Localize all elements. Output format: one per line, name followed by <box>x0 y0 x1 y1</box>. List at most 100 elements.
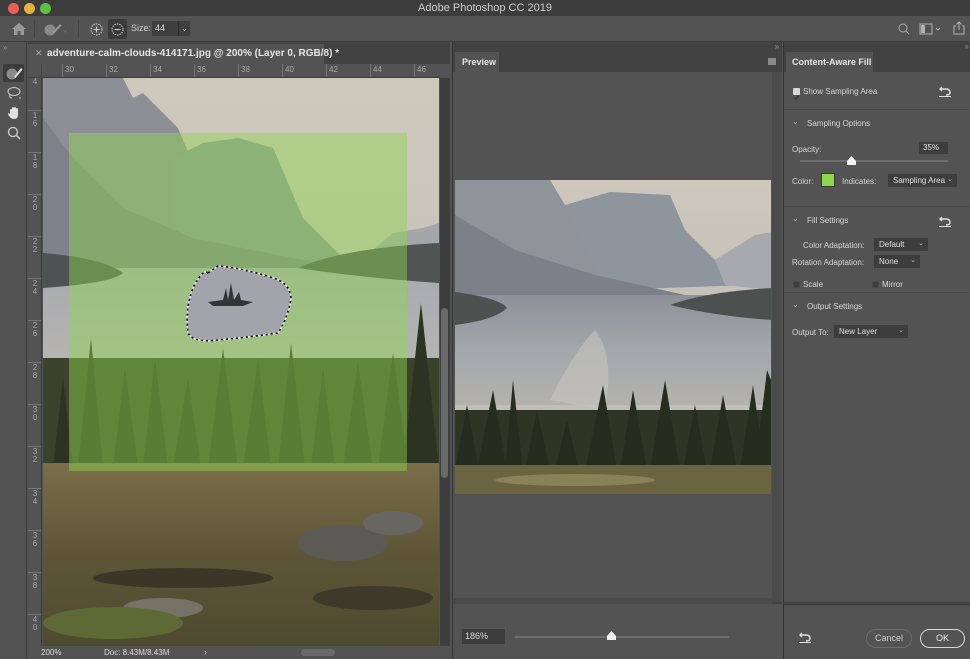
output-settings-section: ⌄ Output Settings Output To: New Layer ⌄ <box>784 292 970 342</box>
overlay-color-swatch[interactable] <box>821 173 835 187</box>
subtract-from-sampling-button[interactable] <box>108 19 127 39</box>
zoom-tool[interactable] <box>3 124 24 142</box>
ruler-tick-label: 40 <box>28 614 41 632</box>
document-size-info: Doc: 8.43M/8.43M <box>104 648 170 657</box>
output-to-dropdown[interactable]: New Layer ⌄ <box>834 325 908 338</box>
chevron-down-icon: ⌄ <box>918 240 924 247</box>
status-menu-arrow[interactable]: › <box>204 647 207 657</box>
search-button[interactable] <box>896 21 912 37</box>
preview-zoom-slider[interactable] <box>515 631 729 640</box>
scale-checkbox[interactable] <box>793 281 800 288</box>
canvas-vertical-scrollbar[interactable] <box>440 78 450 646</box>
output-settings-title[interactable]: Output Settings <box>807 302 862 311</box>
horizontal-ruler[interactable]: 30 32 34 36 38 40 42 44 46 <box>42 64 440 78</box>
fill-settings-title[interactable]: Fill Settings <box>807 216 848 225</box>
color-adaptation-label: Color Adaptation: <box>803 241 865 250</box>
ok-button[interactable]: OK <box>920 629 965 648</box>
rotation-adaptation-label: Rotation Adaptation: <box>792 258 865 267</box>
content-aware-fill-footer: Cancel OK <box>784 604 970 659</box>
ruler-tick-label: 18 <box>28 152 41 170</box>
circle-minus-icon <box>111 23 124 35</box>
opacity-slider[interactable] <box>800 156 948 165</box>
share-button[interactable] <box>951 19 967 37</box>
sampling-brush-tool[interactable] <box>3 64 24 82</box>
rotation-adaptation-dropdown[interactable]: None ⌄ <box>874 255 920 268</box>
chevron-down-icon[interactable]: ⌄ <box>792 300 799 309</box>
collapse-panel-icon[interactable]: ›› <box>775 42 779 51</box>
preview-tab[interactable]: Preview <box>455 52 499 72</box>
close-tab-icon[interactable]: ✕ <box>35 48 43 59</box>
preview-footer: 186% <box>453 604 783 659</box>
document-status-bar: 200% Doc: 8.43M/8.43M › <box>28 646 450 659</box>
workspace-switcher[interactable] <box>918 21 944 37</box>
document-tab-bar: ✕ adventure-calm-clouds-414171.jpg @ 200… <box>28 42 450 64</box>
show-sampling-area-checkbox[interactable] <box>793 88 800 101</box>
chevron-down-icon[interactable]: ⌄ <box>792 117 799 126</box>
preview-viewport[interactable] <box>453 72 783 604</box>
ruler-tick-label: 16 <box>28 110 41 128</box>
document-tab[interactable]: ✕ adventure-calm-clouds-414171.jpg @ 200… <box>28 44 339 64</box>
size-input[interactable]: 44 <box>152 21 178 36</box>
ruler-origin[interactable] <box>28 64 42 78</box>
lasso-tool[interactable] <box>3 84 24 102</box>
tools-panel: ›› <box>0 42 27 659</box>
home-button[interactable] <box>8 20 30 38</box>
ruler-tick-label: 44 <box>370 64 382 77</box>
preview-image <box>455 180 771 494</box>
workspace-icon <box>919 23 941 35</box>
preview-vertical-scrollbar[interactable] <box>772 72 781 602</box>
content-aware-fill-tab[interactable]: Content-Aware Fill <box>786 52 873 72</box>
scale-label: Scale <box>803 280 824 289</box>
rotation-adaptation-value: None <box>879 257 899 266</box>
lasso-icon <box>7 87 21 99</box>
brush-preset-picker[interactable] <box>40 20 70 38</box>
canvas-vertical-scroll-thumb[interactable] <box>441 308 448 478</box>
output-to-value: New Layer <box>839 327 878 336</box>
opacity-slider-thumb[interactable] <box>847 156 857 165</box>
ruler-tick-label: 38 <box>28 572 41 590</box>
vertical-ruler[interactable]: 14 16 18 20 22 24 26 28 30 32 34 36 38 40 <box>28 78 42 646</box>
opacity-label: Opacity: <box>792 145 822 154</box>
fill-settings-section: ⌄ Fill Settings Color Adaptation: Defaul… <box>784 206 970 303</box>
zoom-level-status[interactable]: 200% <box>41 648 61 657</box>
document-canvas[interactable] <box>43 78 439 646</box>
size-dropdown-button[interactable]: ⌄ <box>178 21 190 36</box>
opacity-input[interactable]: 35% <box>919 142 948 154</box>
zoom-icon <box>7 126 21 140</box>
sampling-options-section: ⌄ Sampling Options Opacity: 35% Color: I… <box>784 109 970 207</box>
ruler-tick-label: 28 <box>28 362 41 380</box>
options-bar: Size: 44 ⌄ <box>0 16 970 42</box>
mirror-checkbox[interactable] <box>872 281 879 288</box>
cancel-button[interactable]: Cancel <box>866 629 912 648</box>
checkmark-icon <box>793 95 800 101</box>
reset-fill-settings-icon[interactable] <box>938 214 952 227</box>
ruler-tick-label: 32 <box>106 64 118 77</box>
canvas-horizontal-scroll-thumb[interactable] <box>301 649 335 656</box>
preview-zoom-slider-thumb[interactable] <box>606 631 616 640</box>
ruler-tick-label: 22 <box>28 236 41 254</box>
search-icon <box>898 23 910 35</box>
collapse-panel-icon[interactable]: ›› <box>965 42 969 51</box>
home-icon <box>12 23 26 35</box>
collapse-toolbar-icon[interactable]: ›› <box>3 43 7 52</box>
ruler-tick-label: 30 <box>28 404 41 422</box>
ruler-tick-label: 36 <box>28 530 41 548</box>
indicates-label: Indicates: <box>842 177 877 186</box>
reset-all-icon[interactable] <box>798 630 812 643</box>
ruler-tick-label: 34 <box>150 64 162 77</box>
indicates-value: Sampling Area <box>893 176 946 185</box>
panel-menu-icon[interactable] <box>768 58 776 65</box>
color-adaptation-dropdown[interactable]: Default ⌄ <box>874 238 928 251</box>
add-to-sampling-button[interactable] <box>88 21 104 37</box>
circle-plus-icon <box>90 23 102 35</box>
content-aware-fill-panel: ›› Content-Aware Fill Show Sampling Area… <box>783 42 970 659</box>
preview-zoom-input[interactable]: 186% <box>462 629 505 644</box>
sampling-options-title[interactable]: Sampling Options <box>807 119 870 128</box>
reset-sampling-icon[interactable] <box>938 84 952 97</box>
chevron-down-icon[interactable]: ⌄ <box>792 214 799 223</box>
hand-tool[interactable] <box>3 104 24 122</box>
ruler-tick-label: 24 <box>28 278 41 296</box>
chevron-down-icon: ⌄ <box>181 24 188 33</box>
indicates-dropdown[interactable]: Sampling Area ⌄ <box>888 174 957 187</box>
document-tab-title: adventure-calm-clouds-414171.jpg @ 200% … <box>47 48 340 59</box>
